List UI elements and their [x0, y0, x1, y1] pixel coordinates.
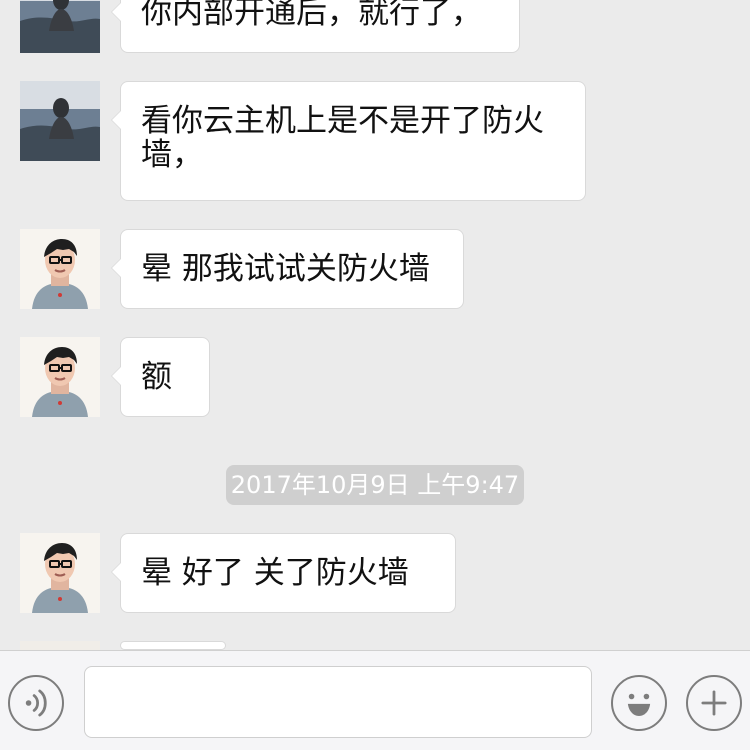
plus-icon — [701, 690, 727, 716]
message-bubble[interactable]: 晕 好了 关了防火墙 — [111, 533, 456, 613]
avatar[interactable] — [20, 533, 100, 613]
message-bubble[interactable]: 你内部开通后，就行了， — [111, 0, 520, 53]
sea-avatar-icon — [20, 0, 100, 53]
message-composer — [0, 650, 750, 750]
message-input[interactable] — [84, 666, 592, 738]
avatar[interactable] — [20, 0, 100, 53]
avatar[interactable] — [20, 337, 100, 417]
avatar[interactable] — [20, 81, 100, 161]
add-button[interactable] — [686, 675, 742, 731]
emoji-icon — [627, 693, 651, 716]
emoji-button[interactable] — [611, 675, 667, 731]
message-bubble[interactable]: 看你云主机上是不是开了防火墙， — [111, 81, 586, 201]
person-avatar-icon — [20, 533, 100, 613]
voice-icon — [25, 689, 47, 717]
person-avatar-icon — [20, 229, 100, 309]
partial-message-bubble[interactable] — [120, 641, 226, 650]
timestamp: 2017年10月9日 上午9:47 — [226, 465, 524, 505]
partial-avatar[interactable] — [20, 641, 100, 650]
avatar[interactable] — [20, 229, 100, 309]
message-bubble[interactable]: 晕 那我试试关防火墙 — [111, 229, 464, 309]
chat-message-list[interactable]: 你内部开通后，就行了， 看你云主机上是不是开了防火墙， 晕 那我试试关防火墙 额… — [0, 0, 750, 650]
message-bubble[interactable]: 额 — [111, 337, 210, 417]
voice-button[interactable] — [8, 675, 64, 731]
person-avatar-icon — [20, 337, 100, 417]
sea-avatar-icon — [20, 81, 100, 161]
